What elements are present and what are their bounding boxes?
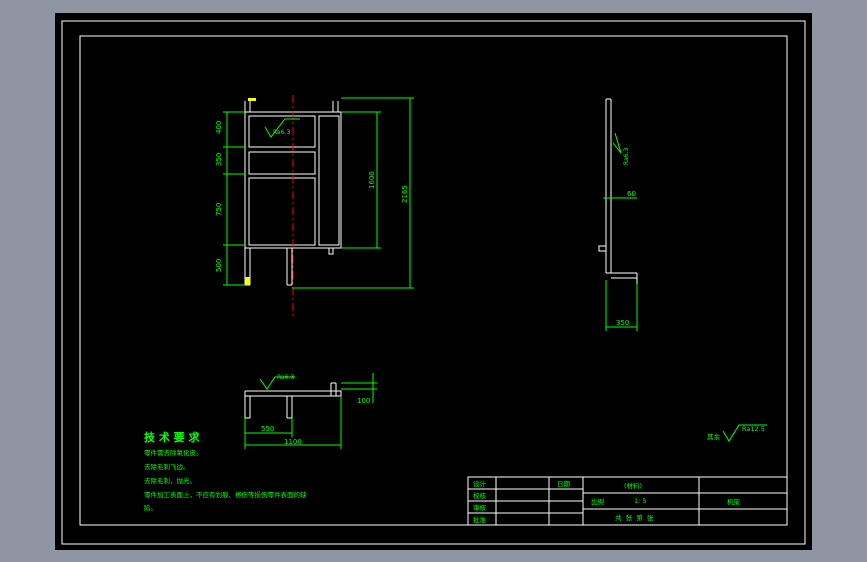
total-height-label: 2165	[401, 185, 409, 203]
title-block-review: 审核	[473, 503, 487, 512]
section-label: 350	[215, 153, 223, 166]
top-overall-label: 1100	[284, 438, 302, 446]
top-inner-label: 550	[261, 425, 274, 433]
inner-height-label: 1600	[368, 171, 376, 189]
title-block-scale-label: 比例	[591, 497, 604, 506]
section-label: 750	[215, 203, 223, 216]
title-block-check: 校核	[473, 491, 487, 500]
drawing-canvas: 400 350 750 500 1600 2165 Ra6.3 Ra6.3 60…	[55, 13, 812, 550]
title-block-part-name: 机架	[727, 497, 741, 506]
weld-mark	[245, 277, 250, 285]
title-block-design: 设计	[473, 479, 487, 488]
title-block-sheets: 共 张 第 张	[615, 513, 654, 522]
section-label: 500	[215, 259, 223, 272]
title-block-material: (材料)	[624, 481, 642, 490]
tech-requirements-title: 技 术 要 求	[144, 430, 200, 444]
section-label: 400	[215, 121, 223, 134]
title-block-scale-value: 1: 5	[634, 497, 647, 505]
tech-requirement-line: 陷。	[144, 503, 157, 512]
cad-drawing: 400 350 750 500 1600 2165 Ra6.3 Ra6.3 60…	[61, 20, 806, 545]
top-view	[244, 382, 342, 419]
top-dimensions	[244, 373, 377, 449]
side-dimensions	[603, 132, 638, 331]
roughness-label: Ra6.3	[273, 129, 290, 136]
top-roughness-label: Ra6.3	[277, 374, 294, 381]
side-roughness-label: Ra6.3	[623, 148, 630, 165]
side-offset-label: 60	[627, 190, 636, 198]
title-block-approve: 批准	[473, 515, 487, 524]
tech-requirement-line: 零件需去除氧化皮。	[144, 448, 203, 457]
weld-mark	[248, 98, 256, 101]
side-width-label: 350	[616, 319, 629, 327]
top-depth-label: 100	[357, 397, 370, 405]
rest-roughness-value: Ra12.5	[742, 425, 765, 433]
tech-requirement-line: 去除毛刺飞边。	[144, 462, 190, 471]
title-block-date: 日期	[557, 480, 571, 488]
tech-requirement-line: 零件加工表面上，不应有划痕、擦伤等损伤零件表面的缺	[144, 490, 307, 499]
rest-roughness-prefix: 其余	[707, 432, 721, 441]
tech-requirement-line: 去除毛刺，抛光。	[144, 476, 196, 485]
